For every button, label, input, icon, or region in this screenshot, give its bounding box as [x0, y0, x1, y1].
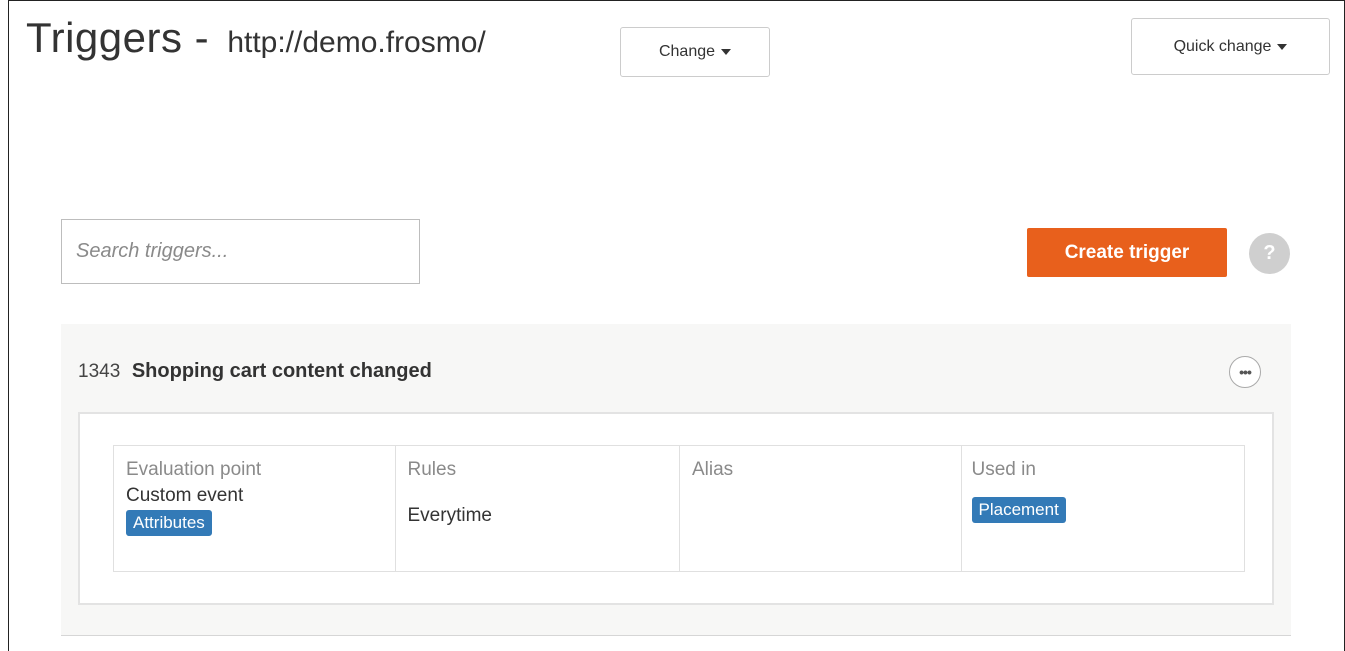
site-url: http://demo.frosmo/	[227, 26, 486, 59]
placement-tag[interactable]: Placement	[971, 497, 1066, 523]
evaluation-point-label: Evaluation point	[126, 459, 262, 480]
rules-value: Everytime	[407, 505, 492, 526]
quick-change-label: Quick change	[1173, 37, 1272, 55]
caret-down-icon	[721, 49, 732, 55]
alias-label: Alias	[692, 459, 734, 480]
rules-label: Rules	[407, 459, 457, 480]
more-options-icon[interactable]: •••	[1229, 356, 1261, 388]
create-trigger-button[interactable]: Create trigger	[1027, 228, 1227, 277]
page-title: Triggers - http://demo.frosmo/	[26, 14, 486, 62]
evaluation-point-column: Evaluation point Custom event Attributes	[114, 446, 396, 571]
trigger-name[interactable]: Shopping cart content changed	[132, 360, 432, 382]
quick-change-button[interactable]: Quick change	[1131, 18, 1330, 75]
trigger-header: 1343 Shopping cart content changed	[78, 360, 432, 383]
page-title-text: Triggers -	[26, 14, 222, 61]
evaluation-point-value: Custom event	[126, 485, 244, 506]
rules-column: Rules Everytime	[396, 446, 680, 571]
search-triggers-input[interactable]	[61, 219, 420, 284]
trigger-details-table: Evaluation point Custom event Attributes…	[113, 445, 1245, 572]
used-in-column: Used in Placement	[962, 446, 1245, 571]
alias-column: Alias	[680, 446, 962, 571]
help-icon[interactable]: ?	[1249, 233, 1290, 274]
trigger-details-panel: Evaluation point Custom event Attributes…	[78, 412, 1274, 605]
attributes-tag[interactable]: Attributes	[126, 510, 212, 536]
change-site-button[interactable]: Change	[620, 27, 770, 77]
change-site-label: Change	[658, 43, 716, 60]
used-in-label: Used in	[971, 459, 1036, 480]
caret-down-icon	[1277, 43, 1288, 50]
trigger-id: 1343	[78, 361, 121, 382]
trigger-card: 1343 Shopping cart content changed ••• E…	[61, 324, 1291, 636]
